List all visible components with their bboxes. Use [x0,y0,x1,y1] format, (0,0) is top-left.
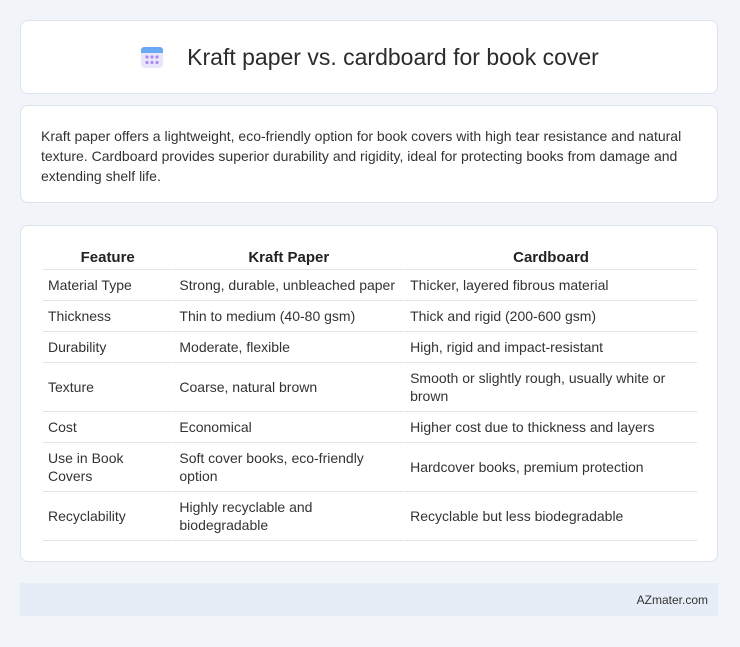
table-row: Material Type Strong, durable, unbleache… [43,270,697,301]
table-row: Texture Coarse, natural brown Smooth or … [43,363,697,412]
table-row: Durability Moderate, flexible High, rigi… [43,332,697,363]
row-feature: Material Type [43,270,173,301]
header-kraft-paper: Kraft Paper [172,246,404,270]
summary-text: Kraft paper offers a lightweight, eco-fr… [41,128,682,184]
row-cardboard: High, rigid and impact-resistant [403,332,697,363]
table-header-row: Feature Kraft Paper Cardboard [43,246,697,270]
row-feature: Durability [43,332,173,363]
row-kraft-paper: Highly recyclable and biodegradable [172,492,404,541]
row-cardboard: Thicker, layered fibrous material [403,270,697,301]
row-cardboard: Thick and rigid (200-600 gsm) [403,301,697,332]
row-cardboard: Higher cost due to thickness and layers [403,412,697,443]
table-row: Thickness Thin to medium (40-80 gsm) Thi… [43,301,697,332]
title-card: Kraft paper vs. cardboard for book cover [20,20,718,94]
row-feature: Thickness [43,301,173,332]
row-kraft-paper: Soft cover books, eco-friendly option [172,443,404,492]
row-feature: Cost [43,412,173,443]
calendar-icon [139,44,165,70]
header-cardboard: Cardboard [403,246,697,270]
row-kraft-paper: Economical [172,412,404,443]
row-cardboard: Recyclable but less biodegradable [403,492,697,541]
comparison-table: Feature Kraft Paper Cardboard Material T… [43,246,697,541]
row-feature: Recyclability [43,492,173,541]
row-feature: Texture [43,363,173,412]
row-kraft-paper: Thin to medium (40-80 gsm) [172,301,404,332]
row-kraft-paper: Coarse, natural brown [172,363,404,412]
footer-brand: AZmater.com [636,592,708,607]
row-kraft-paper: Moderate, flexible [172,332,404,363]
summary-card: Kraft paper offers a lightweight, eco-fr… [20,105,718,203]
row-cardboard: Smooth or slightly rough, usually white … [403,363,697,412]
row-cardboard: Hardcover books, premium protection [403,443,697,492]
comparison-card: Feature Kraft Paper Cardboard Material T… [20,225,718,562]
page-title: Kraft paper vs. cardboard for book cover [187,43,599,70]
row-feature: Use in Book Covers [43,443,173,492]
header-feature: Feature [43,246,173,270]
table-row: Use in Book Covers Soft cover books, eco… [43,443,697,492]
row-kraft-paper: Strong, durable, unbleached paper [172,270,404,301]
footer: AZmater.com [20,583,718,616]
table-row: Recyclability Highly recyclable and biod… [43,492,697,541]
table-row: Cost Economical Higher cost due to thick… [43,412,697,443]
